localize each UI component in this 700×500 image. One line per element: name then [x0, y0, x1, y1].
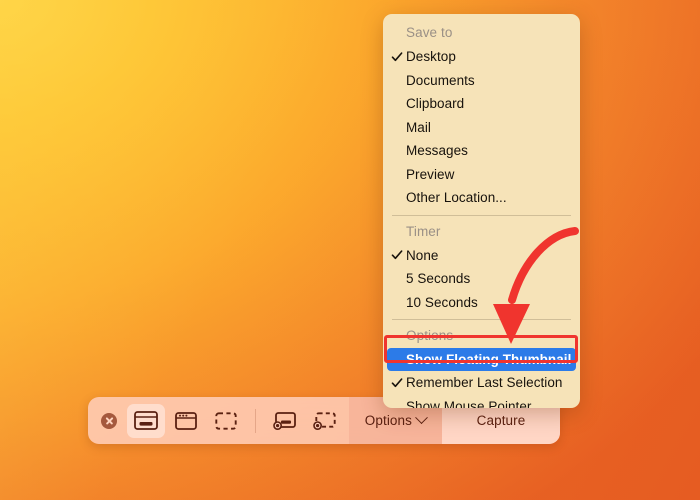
menu-item-label: Mail — [406, 119, 431, 135]
capture-entire-screen-button[interactable] — [127, 403, 165, 438]
menu-item-label: Messages — [406, 143, 468, 159]
menu-item-label: Desktop — [406, 49, 456, 65]
menu-item-label: Show Floating Thumbnail — [406, 352, 572, 367]
menu-item-documents[interactable]: Documents — [383, 69, 580, 93]
menu-item-label: Other Location... — [406, 190, 507, 206]
checkmark-icon — [391, 378, 403, 387]
record-screen-icon — [272, 411, 298, 431]
menu-item-label: 10 Seconds — [406, 294, 478, 310]
record-selected-portion-button[interactable] — [306, 404, 344, 438]
menu-item-label: 5 Seconds — [406, 271, 471, 287]
menu-item-label: Preview — [406, 166, 455, 182]
menu-item-remember-last-selection[interactable]: Remember Last Selection — [383, 371, 580, 395]
checkmark-icon — [391, 52, 403, 61]
desktop-screen: Options Capture Save to Desktop Document… — [0, 0, 700, 500]
record-entire-screen-button[interactable] — [266, 404, 304, 438]
menu-item-other-location[interactable]: Other Location... — [383, 186, 580, 210]
menu-item-10-seconds[interactable]: 10 Seconds — [383, 291, 580, 315]
capture-button-label: Capture — [476, 413, 526, 428]
menu-item-label: Clipboard — [406, 96, 465, 112]
menu-item-show-mouse-pointer[interactable]: Show Mouse Pointer — [383, 395, 580, 408]
menu-section-header-options: Options — [406, 328, 454, 343]
window-icon — [175, 411, 197, 430]
menu-item-clipboard[interactable]: Clipboard — [383, 92, 580, 116]
options-button-label: Options — [364, 413, 412, 428]
menu-section-header-timer: Timer — [406, 223, 441, 239]
capture-selected-portion-button[interactable] — [207, 404, 245, 438]
menu-item-show-floating-thumbnail[interactable]: Show Floating Thumbnail — [387, 348, 576, 371]
dashed-rect-icon — [215, 411, 237, 430]
toolbar-divider — [255, 408, 256, 433]
menu-item-desktop[interactable]: Desktop — [383, 45, 580, 69]
menu-item-none[interactable]: None — [383, 244, 580, 268]
menu-divider — [392, 214, 571, 216]
menu-item-label: Show Mouse Pointer — [406, 398, 532, 408]
options-menu: Save to Desktop Documents Clipboard Mail… — [383, 14, 580, 408]
checkmark-icon — [391, 250, 403, 260]
capture-selected-window-button[interactable] — [167, 404, 205, 438]
menu-item-mail[interactable]: Mail — [383, 116, 580, 140]
menu-item-label: None — [406, 247, 439, 263]
menu-item-messages[interactable]: Messages — [383, 139, 580, 163]
screen-icon — [134, 411, 158, 430]
menu-item-preview[interactable]: Preview — [383, 163, 580, 187]
menu-item-5-seconds[interactable]: 5 Seconds — [383, 267, 580, 291]
chevron-down-icon — [415, 411, 428, 425]
close-icon[interactable] — [101, 412, 117, 429]
menu-item-label: Remember Last Selection — [406, 375, 563, 391]
menu-divider — [392, 319, 571, 320]
record-portion-icon — [312, 411, 338, 431]
menu-section-header-save-to: Save to — [406, 25, 453, 40]
menu-item-label: Documents — [406, 72, 475, 88]
